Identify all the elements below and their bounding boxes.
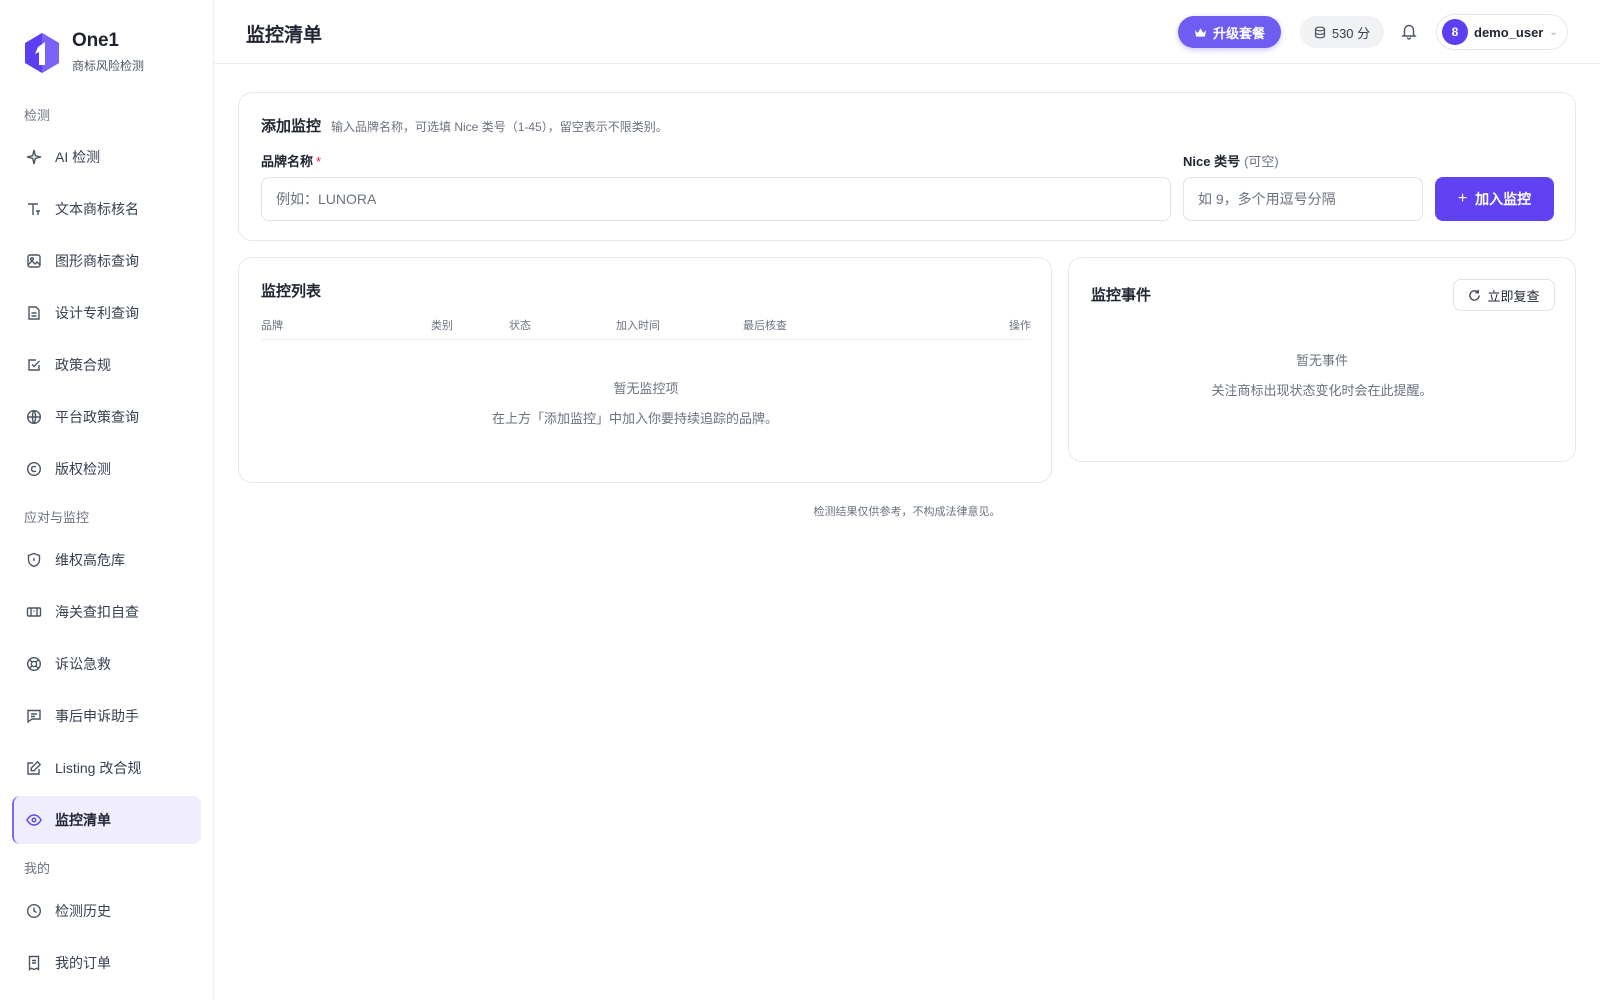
nav-section-detect: 检测 (24, 108, 51, 123)
sidebar-item-label: 政策合规 (55, 357, 111, 373)
upgrade-plan-label: 升级套餐 (1212, 25, 1265, 41)
table-header: 品牌 类别 状态 加入时间 最后核查 操作 (261, 314, 1031, 340)
sidebar-item-label: 文本商标核名 (55, 201, 139, 217)
copyright-icon (25, 460, 43, 478)
sidebar-item-listing-compliance[interactable]: Listing 改合规 (12, 744, 201, 792)
required-mark: * (316, 154, 322, 169)
sidebar-item-platform-policy[interactable]: 平台政策查询 (12, 393, 201, 441)
sidebar-item-risk-library[interactable]: 维权高危库 (12, 536, 201, 584)
recheck-button[interactable]: 立即复查 (1453, 279, 1555, 311)
disclaimer: 检测结果仅供参考，不构成法律意见。 (813, 506, 1001, 518)
monitor-list-title: 监控列表 (261, 283, 322, 300)
add-monitor-button-label: 加入监控 (1475, 191, 1532, 207)
receipt-icon (25, 954, 43, 972)
brand-logo-icon (25, 33, 59, 73)
sidebar-item-appeal-assistant[interactable]: 事后申诉助手 (12, 692, 201, 740)
sidebar-item-label: 平台政策查询 (55, 409, 139, 425)
user-menu[interactable]: 8 demo_user ⌄ (1436, 14, 1568, 50)
sidebar-item-text-trademark[interactable]: 文本商标核名 (12, 185, 201, 233)
sidebar-item-label: 事后申诉助手 (55, 708, 139, 724)
chevron-down-icon: ⌄ (1549, 26, 1558, 38)
points-label: 530 分 (1331, 25, 1371, 41)
column-header-added-time[interactable]: 加入时间 (616, 317, 660, 333)
add-monitor-button[interactable]: + 加入监控 (1435, 177, 1554, 221)
sidebar-item-policy-compliance[interactable]: 政策合规 (12, 341, 201, 389)
add-monitor-description: 输入品牌名称，可选填 Nice 类号（1-45），留空表示不限类别。 (331, 120, 668, 134)
lifebuoy-icon (25, 655, 43, 673)
brand[interactable]: One1 商标风险检测 (24, 30, 144, 74)
recheck-label: 立即复查 (1487, 288, 1540, 304)
column-header-status[interactable]: 状态 (509, 317, 531, 333)
sidebar-item-litigation[interactable]: 诉讼急救 (12, 640, 201, 688)
empty-events-title: 暂无事件 (1295, 353, 1348, 368)
brand-subtitle: 商标风险检测 (72, 59, 145, 73)
eye-icon (25, 811, 43, 829)
sidebar-item-label: 版权检测 (55, 461, 111, 477)
edit-icon (25, 759, 43, 777)
empty-events-hint: 关注商标出现状态变化时会在此提醒。 (1211, 383, 1433, 398)
brand-name: One1 (72, 30, 119, 51)
bell-icon[interactable] (1400, 22, 1420, 42)
events-card: 监控事件 立即复查 暂无事件 关注商标出现状态变化时会在此提醒。 (1068, 257, 1576, 462)
sidebar-item-label: 我的订单 (55, 955, 111, 971)
monitor-list-card: 监控列表 品牌 类别 状态 加入时间 最后核查 操作 暂无监控项 在上方「添加监… (238, 257, 1052, 483)
clock-icon (25, 902, 43, 920)
sidebar-item-watchlist[interactable]: 监控清单 (12, 796, 201, 844)
username: demo_user (1474, 24, 1544, 40)
sidebar-item-label: Listing 改合规 (55, 760, 142, 776)
column-header-actions: 操作 (1009, 320, 1031, 332)
upgrade-plan-button[interactable]: 升级套餐 (1178, 16, 1281, 48)
sidebar-item-label: 设计专利查询 (55, 305, 139, 321)
sparkle-icon (25, 148, 43, 166)
refresh-icon (1469, 289, 1481, 301)
add-monitor-title: 添加监控 (261, 118, 322, 135)
sidebar-item-ai-detect[interactable]: AI 检测 (12, 133, 201, 181)
sidebar-item-orders[interactable]: 我的订单 (12, 939, 201, 987)
topbar: 监控清单 升级套餐 530 分 8 demo_user ⌄ (214, 0, 1600, 64)
sidebar-item-history[interactable]: 检测历史 (12, 887, 201, 935)
text-icon (25, 200, 43, 218)
column-header-class[interactable]: 类别 (431, 317, 453, 333)
points-badge[interactable]: 530 分 (1300, 16, 1384, 48)
image-icon (25, 252, 43, 270)
sidebar-item-label: 检测历史 (55, 903, 111, 919)
sidebar-item-label: 维权高危库 (55, 552, 125, 568)
coins-icon (1314, 26, 1325, 38)
nice-class-input[interactable] (1183, 177, 1423, 221)
events-title: 监控事件 (1091, 287, 1152, 304)
sidebar: One1 商标风险检测 检测 AI 检测 文本商标核名 图形商标查询 设计专利查… (0, 0, 214, 1000)
sidebar-item-label: 监控清单 (55, 812, 111, 828)
nav-section-mine: 我的 (24, 861, 51, 876)
shield-icon (25, 551, 43, 569)
column-header-last-check[interactable]: 最后核查 (743, 317, 787, 333)
column-header-brand[interactable]: 品牌 (261, 317, 283, 333)
avatar: 8 (1442, 19, 1468, 45)
crown-icon (1194, 27, 1207, 37)
sidebar-item-copyright[interactable]: 版权检测 (12, 445, 201, 493)
file-icon (25, 304, 43, 322)
message-icon (25, 707, 43, 725)
sidebar-item-label: 海关查扣自查 (55, 604, 139, 620)
brand-name-label: 品牌名称 * (261, 154, 322, 169)
checkbox-icon (25, 356, 43, 374)
add-monitor-card: 添加监控 输入品牌名称，可选填 Nice 类号（1-45），留空表示不限类别。 … (238, 92, 1576, 241)
sidebar-item-label: 图形商标查询 (55, 253, 139, 269)
globe-icon (25, 408, 43, 426)
optional-mark: (可空) (1244, 154, 1279, 169)
sidebar-item-label: 诉讼急救 (55, 656, 111, 672)
sidebar-item-customs-check[interactable]: 海关查扣自查 (12, 588, 201, 636)
nav-section-response: 应对与监控 (24, 510, 90, 525)
nice-class-label: Nice 类号 (可空) (1183, 154, 1279, 169)
sidebar-item-label: AI 检测 (55, 149, 101, 165)
sidebar-item-design-patent[interactable]: 设计专利查询 (12, 289, 201, 337)
sidebar-item-image-trademark[interactable]: 图形商标查询 (12, 237, 201, 285)
empty-list-title: 暂无监控项 (613, 381, 679, 396)
brand-name-input[interactable] (261, 177, 1171, 221)
empty-list-hint: 在上方「添加监控」中加入你要持续追踪的品牌。 (491, 411, 778, 426)
plus-icon: + (1457, 190, 1468, 207)
page-title: 监控清单 (246, 25, 323, 46)
customs-icon (25, 603, 43, 621)
